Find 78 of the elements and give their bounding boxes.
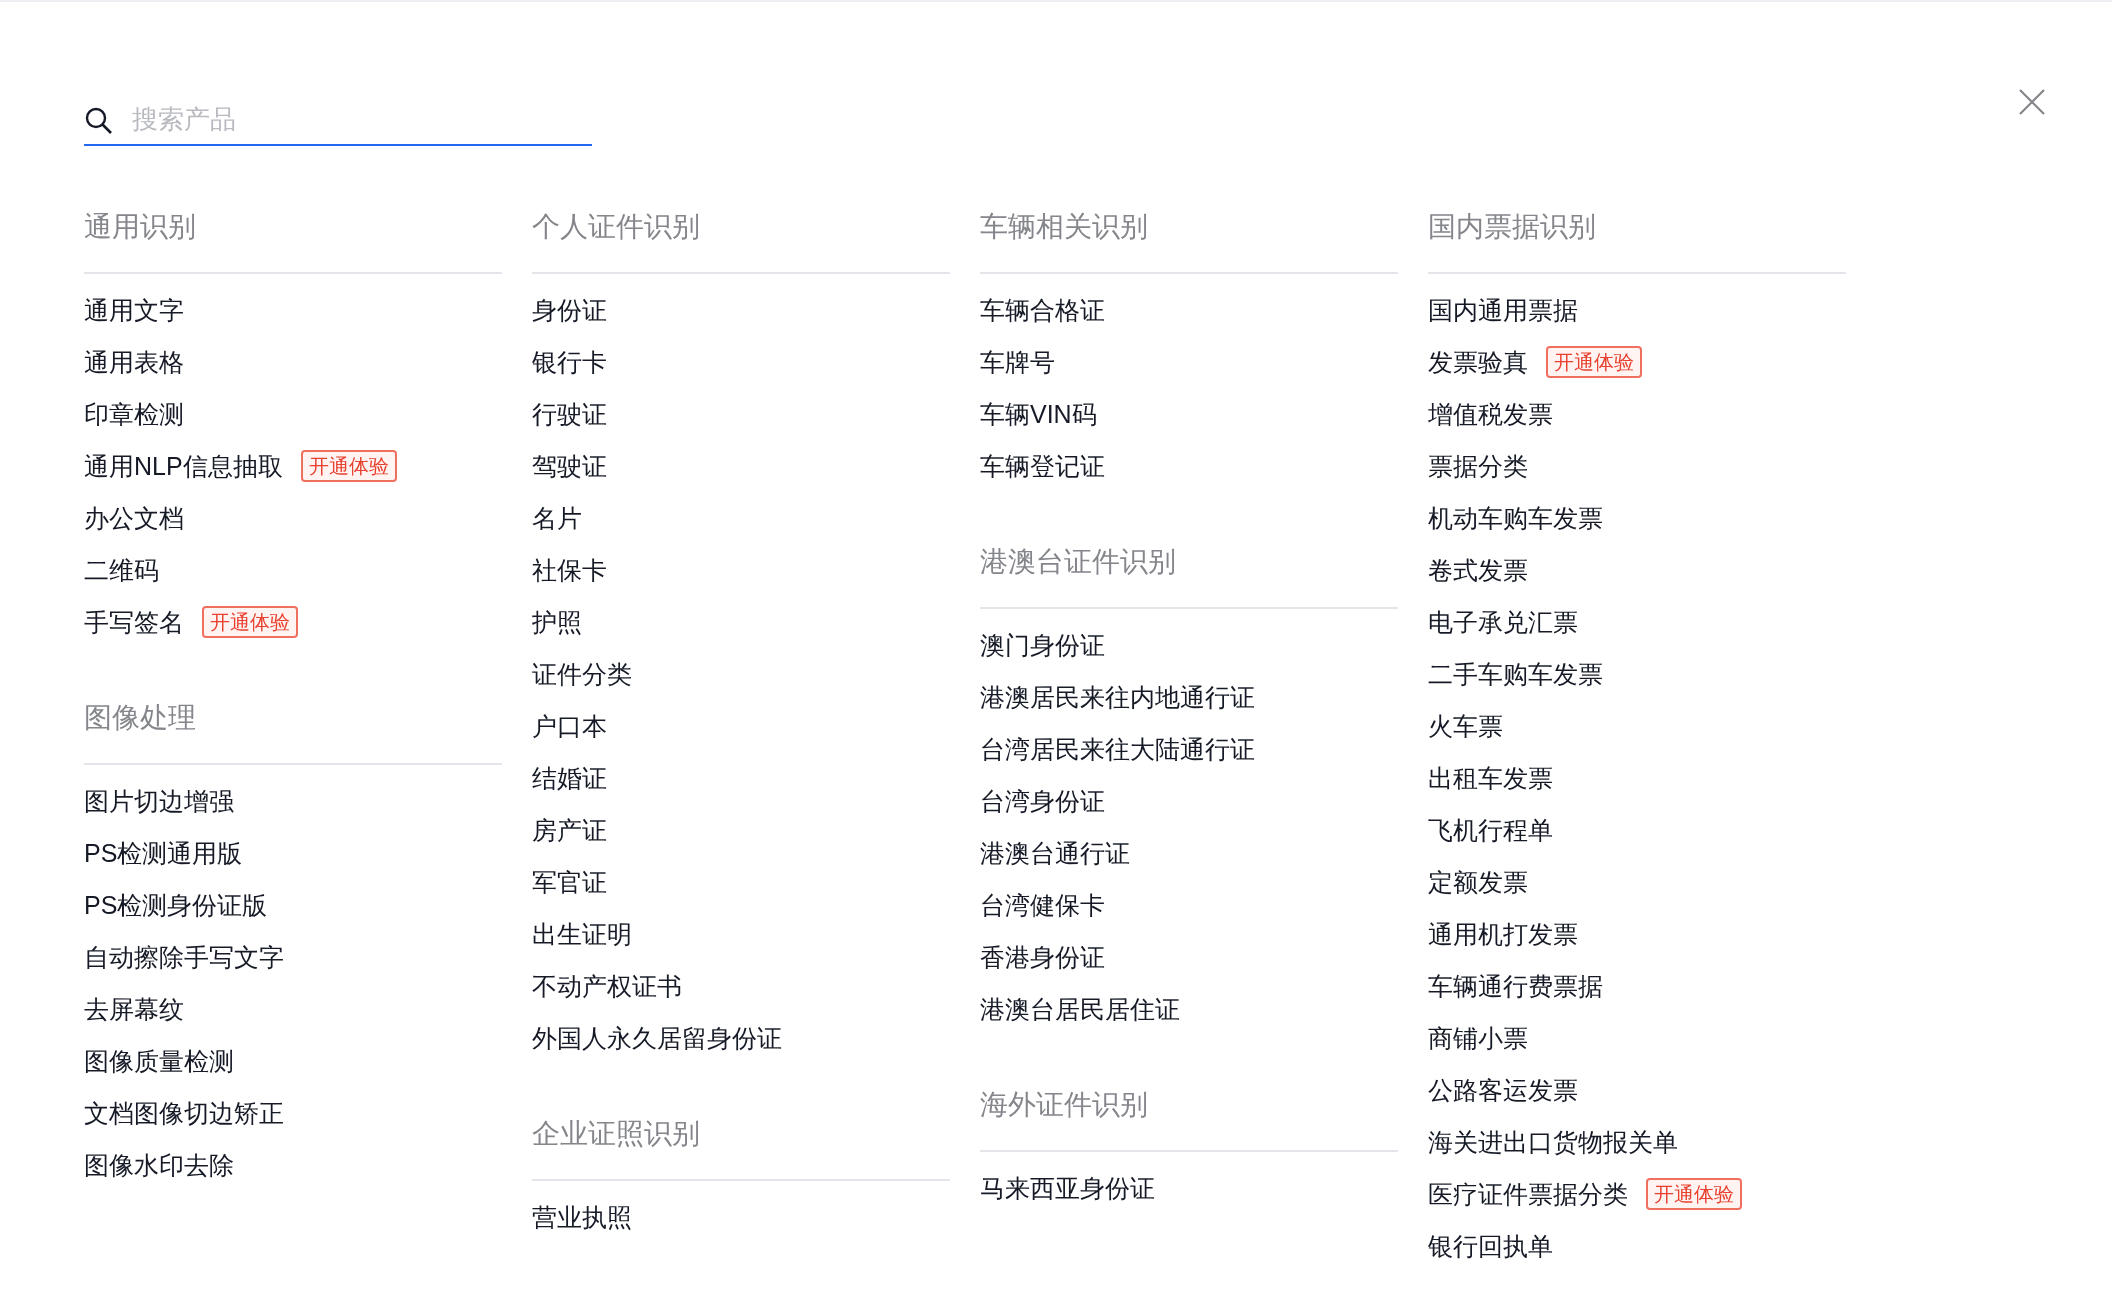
product-link[interactable]: 车辆合格证 [980, 293, 1105, 327]
product-link[interactable]: PS检测身份证版 [84, 888, 268, 922]
product-link[interactable]: 军官证 [532, 865, 607, 899]
section-heading: 通用识别 [84, 210, 197, 244]
product-link[interactable]: 商铺小票 [1428, 1021, 1528, 1055]
product-link[interactable]: 去屏幕纹 [84, 992, 184, 1026]
search-field[interactable]: 搜索产品 [84, 94, 592, 146]
product-link[interactable]: 通用文字 [84, 293, 184, 327]
product-link[interactable]: 图片切边增强 [84, 784, 234, 818]
product-link[interactable]: 车辆通行费票据 [1428, 969, 1603, 1003]
product-link[interactable]: 港澳居民来往内地通行证 [980, 680, 1255, 714]
product-link[interactable]: 公路客运发票 [1428, 1073, 1578, 1107]
product-link[interactable]: 台湾身份证 [980, 784, 1105, 818]
product-link[interactable]: 护照 [532, 605, 582, 639]
product-link[interactable]: 行驶证 [532, 397, 607, 431]
product-link[interactable]: 马来西亚身份证 [980, 1171, 1155, 1205]
product-link[interactable]: 车辆VIN码 [980, 397, 1097, 431]
product-link[interactable]: 图像水印去除 [84, 1148, 234, 1182]
product-link[interactable]: 出租车发票 [1428, 761, 1553, 795]
product-link[interactable]: 飞机行程单 [1428, 813, 1553, 847]
section-heading: 车辆相关识别 [980, 210, 1149, 244]
product-link[interactable]: 电子承兑汇票 [1428, 605, 1578, 639]
product-link[interactable]: 通用NLP信息抽取 [84, 449, 283, 483]
product-link[interactable]: 银行回执单 [1428, 1229, 1553, 1263]
product-link[interactable]: 户口本 [532, 709, 607, 743]
product-link[interactable]: 银行卡 [532, 345, 607, 379]
product-link[interactable]: 发票验真 [1428, 345, 1528, 379]
product-link[interactable]: 车牌号 [980, 345, 1055, 379]
section-heading: 国内票据识别 [1428, 210, 1597, 244]
product-link[interactable]: 外国人永久居留身份证 [532, 1021, 782, 1055]
product-link[interactable]: 通用表格 [84, 345, 184, 379]
product-link[interactable]: 办公文档 [84, 501, 184, 535]
product-link[interactable]: PS检测通用版 [84, 836, 243, 870]
trial-badge: 开通体验 [300, 450, 397, 482]
product-link[interactable]: 身份证 [532, 293, 607, 327]
product-link[interactable]: 印章检测 [84, 397, 184, 431]
product-link[interactable]: 图像质量检测 [84, 1044, 234, 1078]
product-link[interactable]: 增值税发票 [1428, 397, 1553, 431]
product-link[interactable]: 国内通用票据 [1428, 293, 1578, 327]
product-link[interactable]: 医疗证件票据分类 [1428, 1177, 1628, 1211]
product-link[interactable]: 房产证 [532, 813, 607, 847]
section-heading: 图像处理 [84, 701, 197, 735]
section-heading: 港澳台证件识别 [980, 545, 1177, 579]
product-link[interactable]: 定额发票 [1428, 865, 1528, 899]
product-link[interactable]: 手写签名 [84, 605, 184, 639]
product-link[interactable]: 海关进出口货物报关单 [1428, 1125, 1678, 1159]
product-link[interactable]: 自动擦除手写文字 [84, 940, 284, 974]
trial-badge: 开通体验 [1546, 346, 1642, 378]
search-icon [84, 106, 114, 136]
product-link[interactable]: 火车票 [1428, 709, 1503, 743]
product-link[interactable]: 证件分类 [532, 657, 632, 691]
product-link[interactable]: 澳门身份证 [980, 628, 1105, 662]
product-link[interactable]: 出生证明 [532, 917, 632, 951]
product-link[interactable]: 驾驶证 [532, 449, 607, 483]
product-link[interactable]: 社保卡 [532, 553, 607, 587]
product-link[interactable]: 机动车购车发票 [1428, 501, 1603, 535]
product-link[interactable]: 营业执照 [532, 1200, 632, 1234]
product-link[interactable]: 结婚证 [532, 761, 607, 795]
product-link[interactable]: 港澳台通行证 [980, 836, 1130, 870]
product-link[interactable]: 票据分类 [1428, 449, 1528, 483]
product-link[interactable]: 台湾居民来往大陆通行证 [980, 732, 1255, 766]
close-icon [2018, 88, 2046, 116]
product-link[interactable]: 车辆登记证 [980, 449, 1105, 483]
product-link[interactable]: 名片 [532, 501, 582, 535]
product-link[interactable]: 香港身份证 [980, 940, 1105, 974]
product-link[interactable]: 通用机打发票 [1428, 917, 1578, 951]
trial-badge: 开通体验 [1646, 1178, 1742, 1210]
product-link[interactable]: 台湾健保卡 [980, 888, 1105, 922]
section-heading: 海外证件识别 [980, 1088, 1149, 1122]
product-link[interactable]: 二维码 [84, 553, 159, 587]
trial-badge: 开通体验 [202, 606, 298, 638]
section-heading: 企业证照识别 [532, 1117, 701, 1151]
product-link[interactable]: 二手车购车发票 [1428, 657, 1603, 691]
product-link[interactable]: 文档图像切边矫正 [84, 1096, 284, 1130]
product-link[interactable]: 港澳台居民居住证 [980, 992, 1180, 1026]
product-link[interactable]: 卷式发票 [1428, 553, 1528, 587]
product-link[interactable]: 不动产权证书 [532, 969, 682, 1003]
section-heading: 个人证件识别 [532, 210, 701, 244]
